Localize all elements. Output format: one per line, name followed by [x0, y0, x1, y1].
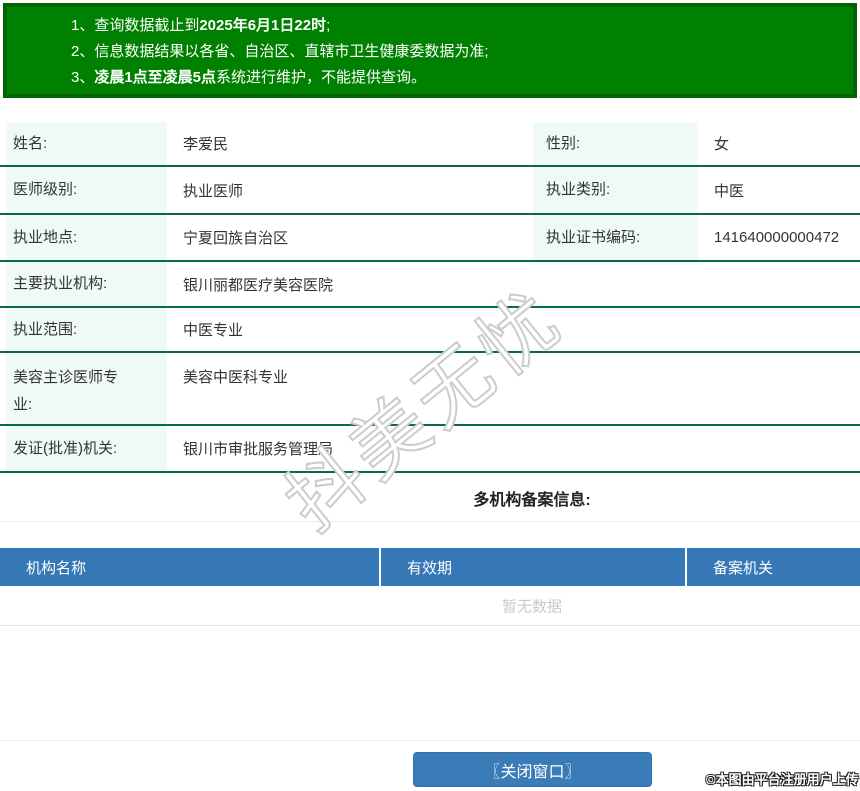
column-header-filing-authority: 备案机关 — [687, 548, 860, 586]
value-text: 中医 — [714, 182, 745, 200]
notice-text: 3、 — [71, 69, 95, 86]
footer-divider — [0, 740, 860, 741]
label-text: 执业地点: — [13, 228, 78, 246]
value-text: 执业医师 — [183, 182, 244, 200]
notice-text: ; — [326, 17, 331, 34]
label-text: 主要执业机构: — [13, 275, 108, 292]
notice-text-bold: 2025年6月1日22时 — [199, 17, 327, 34]
notice-text: 1、查询数据截止到 — [71, 17, 200, 34]
value-text: 女 — [714, 136, 730, 153]
certificate-number-value: 141640000000472 — [698, 215, 860, 260]
filing-table-empty-row: 暂无数据 — [0, 586, 860, 626]
value-text: 银川丽都医疗美容医院 — [183, 276, 334, 294]
value-text: 李爱民 — [183, 136, 229, 153]
close-window-button[interactable]: 〖关闭窗口〗 — [413, 752, 652, 787]
label-text: 姓名: — [13, 134, 48, 152]
value-text: 141640000000472 — [714, 229, 840, 246]
section-divider — [0, 521, 860, 522]
label-text: 美容主诊医师专业: — [13, 369, 119, 413]
notice-text-bold: 凌晨1点至凌晨5点 — [94, 69, 217, 86]
detail-row-level-category: 医师级别: 执业医师 执业类别: 中医 — [0, 167, 860, 215]
cosmetic-specialty-label: 美容主诊医师专业: — [0, 353, 167, 424]
multi-institution-section-title: 多机构备案信息: — [473, 492, 591, 509]
label-text: 医师级别: — [13, 181, 78, 198]
main-institution-label: 主要执业机构: — [0, 262, 167, 306]
label-text: 执业范围: — [13, 320, 78, 338]
notice-banner: 1、查询数据截止到2025年6月1日22时; 2、信息数据结果以各省、自治区、直… — [3, 3, 857, 98]
header-text: 备案机关 — [713, 559, 774, 577]
notice-line-1: 1、查询数据截止到2025年6月1日22时; — [71, 13, 853, 39]
gender-value: 女 — [698, 122, 860, 165]
column-header-validity-period: 有效期 — [381, 548, 687, 586]
issuing-authority-value: 银川市审批服务管理局 — [167, 426, 860, 471]
detail-row-name-gender: 姓名: 李爱民 性别: 女 — [0, 122, 860, 167]
header-text: 机构名称 — [26, 559, 87, 577]
name-value: 李爱民 — [167, 122, 533, 165]
no-data-text: 暂无数据 — [501, 598, 563, 615]
column-header-institution-name: 机构名称 — [0, 548, 381, 586]
doctor-level-label: 医师级别: — [0, 167, 167, 213]
practitioner-details-table: 姓名: 李爱民 性别: 女 医师级别: 执业医师 执业类别: 中医 执业地点: … — [0, 122, 860, 473]
detail-row-issuing-authority: 发证(批准)机关: 银川市审批服务管理局 — [0, 426, 860, 473]
detail-row-location-certificate: 执业地点: 宁夏回族自治区 执业证书编码: 141640000000472 — [0, 215, 860, 262]
value-text: 美容中医科专业 — [183, 369, 289, 386]
detail-row-main-institution: 主要执业机构: 银川丽都医疗美容医院 — [0, 262, 860, 308]
name-label: 姓名: — [0, 122, 167, 165]
doctor-level-value: 执业医师 — [167, 167, 533, 213]
header-text: 有效期 — [407, 559, 453, 577]
practice-category-value: 中医 — [698, 167, 860, 213]
notice-line-3: 3、凌晨1点至凌晨5点系统进行维护，不能提供查询。 — [71, 65, 853, 91]
practice-category-label: 执业类别: — [533, 167, 698, 213]
label-text: 性别: — [546, 134, 581, 152]
label-text: 发证(批准)机关: — [13, 439, 118, 457]
notice-line-2: 2、信息数据结果以各省、自治区、直辖市卫生健康委数据为准; — [71, 39, 853, 65]
notice-text: 系统进行维护，不能提供查询。 — [216, 69, 427, 86]
gender-label: 性别: — [533, 122, 698, 165]
detail-row-practice-scope: 执业范围: 中医专业 — [0, 308, 860, 353]
copyright-watermark: ©本图由平台注册用户上传 — [706, 772, 859, 787]
value-text: 宁夏回族自治区 — [183, 230, 289, 247]
notice-text: 2、信息数据结果以各省、自治区、直辖市卫生健康委数据为准; — [71, 43, 489, 60]
practice-scope-value: 中医专业 — [167, 308, 860, 351]
practice-location-label: 执业地点: — [0, 215, 167, 260]
practice-scope-label: 执业范围: — [0, 308, 167, 351]
value-text: 银川市审批服务管理局 — [183, 441, 334, 458]
filing-table-header: 机构名称 有效期 备案机关 — [0, 548, 860, 586]
main-institution-value: 银川丽都医疗美容医院 — [167, 262, 860, 306]
practice-location-value: 宁夏回族自治区 — [167, 215, 533, 260]
value-text: 中医专业 — [183, 322, 244, 339]
label-text: 执业证书编码: — [546, 228, 641, 246]
detail-row-cosmetic-specialty: 美容主诊医师专业: 美容中医科专业 — [0, 353, 860, 426]
cosmetic-specialty-value: 美容中医科专业 — [167, 353, 860, 424]
issuing-authority-label: 发证(批准)机关: — [0, 426, 167, 471]
label-text: 执业类别: — [546, 181, 611, 198]
certificate-number-label: 执业证书编码: — [533, 215, 698, 260]
